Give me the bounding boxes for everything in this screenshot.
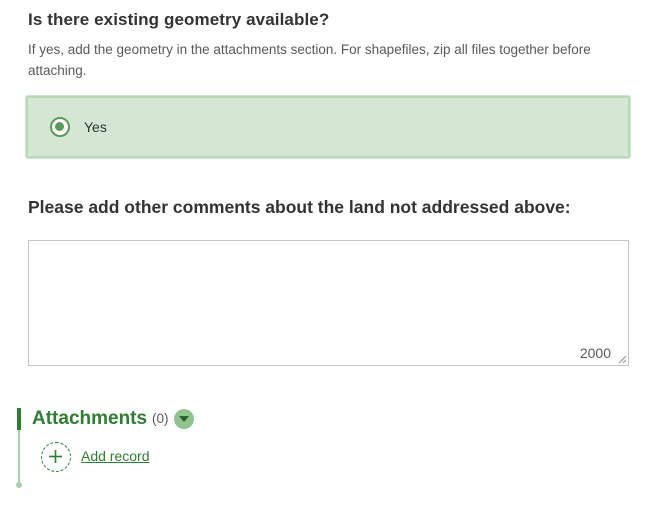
geometry-question-hint: If yes, add the geometry in the attachme… <box>28 42 591 78</box>
radio-selected-icon[interactable] <box>50 117 70 137</box>
radio-dot <box>55 122 64 131</box>
plus-circle-icon[interactable] <box>41 442 71 472</box>
attachments-count: (0) <box>152 411 169 426</box>
chevron-down-icon[interactable] <box>174 409 194 429</box>
geometry-question-title: Is there existing geometry available? <box>28 10 330 29</box>
choice-yes-label: Yes <box>84 119 107 135</box>
section-end-dot <box>16 482 22 488</box>
char-limit-counter: 2000 <box>579 345 611 361</box>
attachments-title: Attachments <box>32 408 148 429</box>
choice-yes[interactable]: Yes <box>26 96 630 158</box>
resize-handle-icon[interactable] <box>617 354 627 364</box>
comments-question-title: Please add other comments about the land… <box>28 197 571 217</box>
comments-textarea[interactable]: 2000 <box>28 240 629 366</box>
add-record-link[interactable]: Add record <box>81 448 149 464</box>
section-accent-bar <box>17 408 21 430</box>
